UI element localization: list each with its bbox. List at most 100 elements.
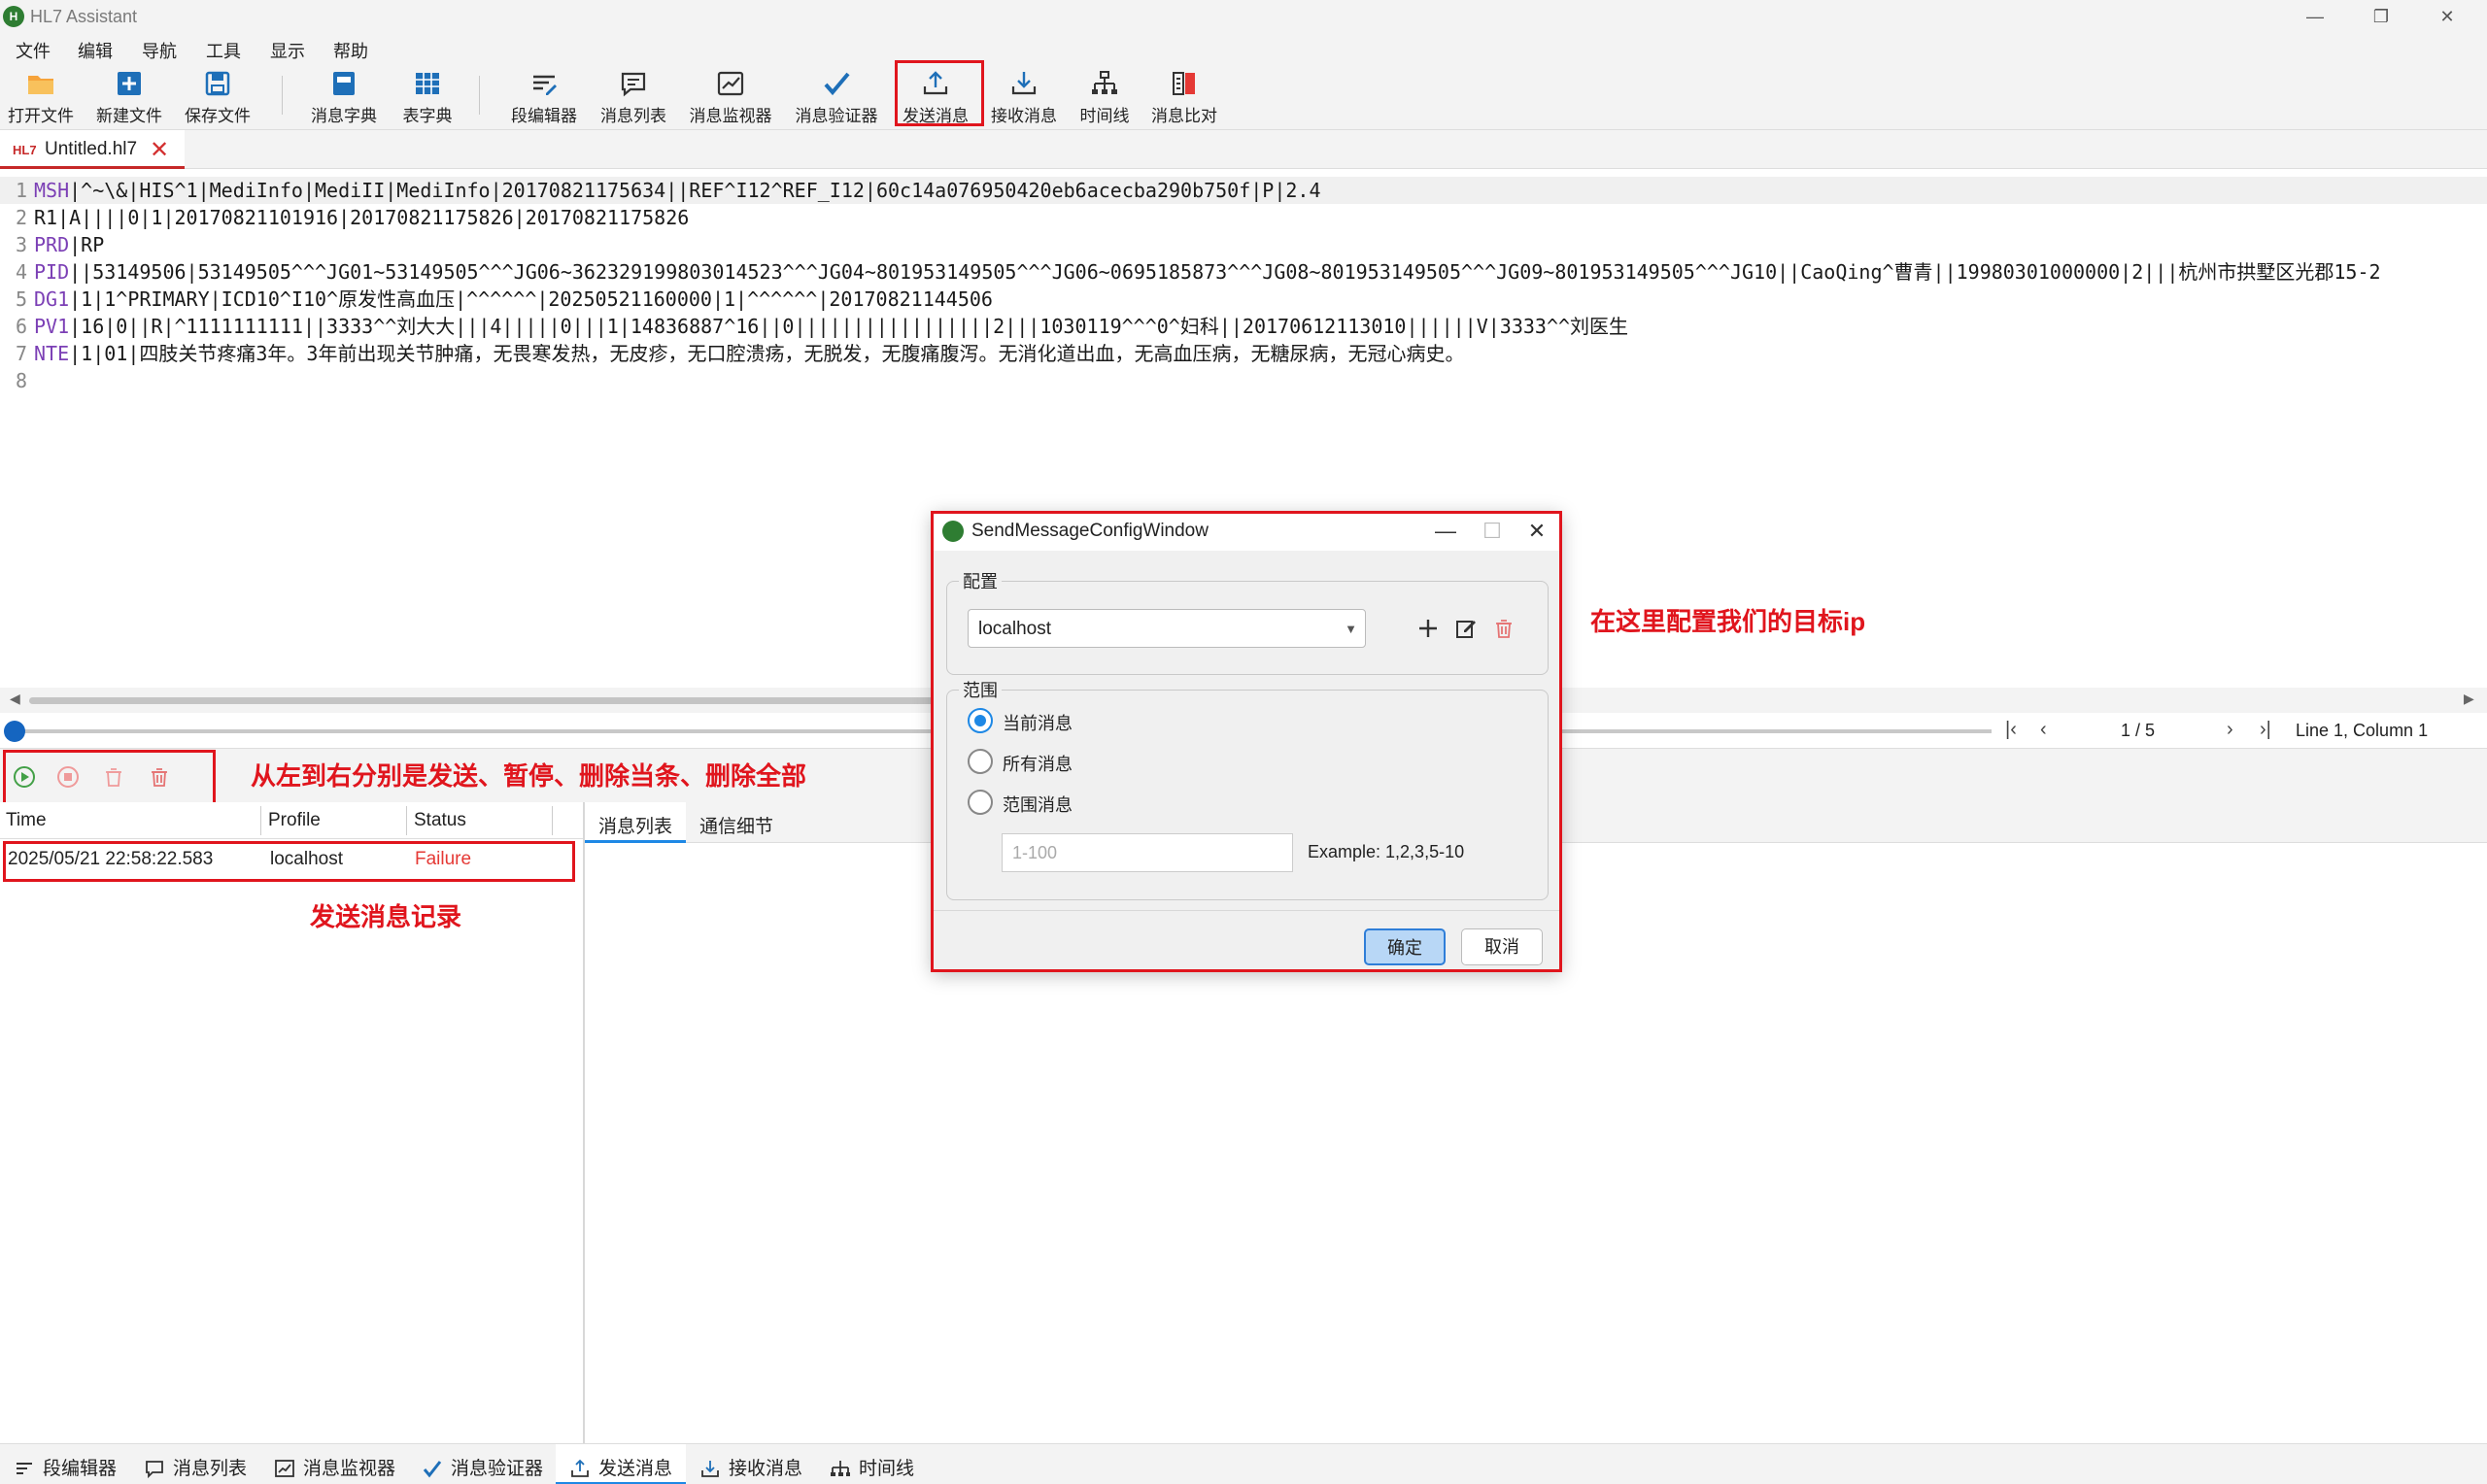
send-controls-highlight	[3, 750, 216, 806]
save-file-button[interactable]: 保存文件	[181, 64, 255, 126]
line-number: 3	[15, 233, 27, 256]
download-icon	[701, 1461, 719, 1477]
check-icon	[824, 72, 850, 96]
menu-bar: 文件 编辑 导航 工具 显示 帮助	[0, 33, 2487, 62]
close-button[interactable]: ✕	[2423, 2, 2471, 31]
records-highlight	[3, 841, 575, 882]
first-page-icon[interactable]: |‹	[2005, 719, 2017, 741]
menu-edit[interactable]: 编辑	[78, 38, 113, 63]
column-profile[interactable]: Profile	[268, 810, 321, 831]
segment-editor-button[interactable]: 段编辑器	[505, 64, 583, 126]
tab-label: 发送消息	[598, 1459, 673, 1479]
next-page-icon[interactable]: ›	[2227, 719, 2233, 741]
tab-segment-editor[interactable]: 段编辑器	[14, 1444, 117, 1484]
document-tab[interactable]: HL7 Untitled.hl7 ✕	[0, 130, 185, 169]
monitor-chart-icon	[275, 1460, 294, 1477]
message-compare-label: 消息比对	[1151, 107, 1217, 125]
editor-line: 5 DG1|1|1^PRIMARY|ICD10^I10^原发性高血压|^^^^^…	[0, 286, 2487, 313]
menu-navigate[interactable]: 导航	[142, 38, 177, 63]
segment-fields: |RP	[69, 233, 105, 256]
tab-label: 接收消息	[729, 1459, 803, 1479]
tab-message-validator[interactable]: 消息验证器	[422, 1444, 543, 1484]
timeline-icon	[1092, 71, 1117, 94]
receive-message-button[interactable]: 接收消息	[985, 64, 1063, 126]
records-annotation: 发送消息记录	[310, 902, 462, 931]
chat-list-icon	[621, 72, 646, 97]
tab-message-list[interactable]: 消息列表	[585, 802, 687, 843]
segment-name: PRD	[34, 233, 70, 256]
timeline-label: 时间线	[1079, 107, 1130, 125]
message-compare-button[interactable]: 消息比对	[1144, 64, 1224, 126]
table-dictionary-button[interactable]: 表字典	[391, 64, 464, 126]
column-divider	[552, 806, 553, 835]
segment-fields: |^~\&|HIS^1|MediInfo|MediII|MediInfo|201…	[69, 179, 1321, 202]
last-page-icon[interactable]: ›|	[2260, 719, 2271, 741]
segment-name: PID	[34, 260, 70, 284]
editor-line: 7 NTE|1|01|四肢关节疼痛3年。3年前出现关节肿痛，无畏寒发热，无皮疹，…	[0, 340, 2487, 367]
menu-view[interactable]: 显示	[270, 38, 305, 63]
book-icon	[333, 72, 355, 95]
column-divider	[406, 806, 407, 835]
download-icon	[1011, 72, 1037, 95]
toolbar-separator	[479, 76, 480, 115]
records-table-header: Time Profile Status	[0, 802, 583, 839]
message-monitor-button[interactable]: 消息监视器	[684, 64, 777, 126]
close-tab-icon[interactable]: ✕	[150, 136, 169, 164]
save-file-label: 保存文件	[185, 107, 251, 125]
message-slider-knob[interactable]	[4, 721, 25, 742]
receive-message-label: 接收消息	[991, 107, 1057, 125]
document-tab-bar: HL7 Untitled.hl7 ✕	[0, 130, 2487, 169]
upload-icon	[571, 1459, 589, 1477]
hl7-badge: HL7	[13, 143, 37, 157]
segment-fields: |16|0||R|^1111111111||3333^^刘大大|||4|||||…	[69, 315, 1629, 338]
menu-help[interactable]: 帮助	[333, 38, 368, 63]
folder-icon	[28, 76, 53, 94]
editor-line: 3 PRD|RP	[0, 231, 2487, 258]
open-file-label: 打开文件	[8, 107, 74, 125]
message-dictionary-button[interactable]: 消息字典	[307, 64, 381, 126]
line-number: 5	[15, 287, 27, 311]
tab-message-list-bottom[interactable]: 消息列表	[144, 1444, 247, 1484]
minimize-button[interactable]: —	[2291, 2, 2339, 31]
editor-line: 2 R1|A||||0|1|20170821101916|20170821175…	[0, 204, 2487, 231]
previous-page-icon[interactable]: ‹	[2040, 719, 2047, 741]
segment-name: DG1	[34, 287, 70, 311]
page-indicator: 1 / 5	[2121, 721, 2156, 740]
message-validator-label: 消息验证器	[795, 107, 878, 125]
chat-list-icon	[146, 1461, 163, 1479]
tab-label: 时间线	[859, 1459, 915, 1479]
message-list-button[interactable]: 消息列表	[596, 64, 671, 126]
table-dictionary-label: 表字典	[402, 107, 453, 125]
panel-splitter[interactable]	[583, 802, 585, 1443]
timeline-button[interactable]: 时间线	[1069, 64, 1141, 126]
scroll-left-icon[interactable]: ◀	[10, 691, 20, 707]
segment-fields: ||53149506|53149505^^^JG01~53149505^^^JG…	[69, 260, 2381, 284]
save-icon	[205, 71, 230, 96]
send-controls-annotation: 从左到右分别是发送、暂停、删除当条、删除全部	[251, 761, 807, 791]
tab-label: 消息监视器	[303, 1459, 396, 1479]
menu-tools[interactable]: 工具	[206, 38, 241, 63]
line-number: 4	[15, 260, 27, 284]
tab-receive-message[interactable]: 接收消息	[699, 1444, 802, 1484]
new-file-button[interactable]: 新建文件	[92, 64, 166, 126]
tab-message-monitor[interactable]: 消息监视器	[274, 1444, 395, 1484]
open-file-button[interactable]: 打开文件	[4, 64, 78, 126]
cursor-position: Line 1, Column 1	[2296, 721, 2429, 740]
restore-button[interactable]: ❐	[2357, 2, 2405, 31]
line-number: 8	[15, 369, 27, 392]
segment-name: PV1	[34, 315, 70, 338]
title-bar: H HL7 Assistant — ❐ ✕	[0, 0, 2487, 33]
send-message-highlight	[895, 60, 984, 126]
line-text: PV1|16|0||R|^1111111111||3333^^刘大大|||4||…	[34, 313, 1628, 340]
scroll-right-icon[interactable]: ▶	[2464, 691, 2474, 707]
tab-send-message[interactable]: 发送消息	[556, 1444, 687, 1484]
tab-communication-detail[interactable]: 通信细节	[686, 802, 787, 843]
line-number: 2	[15, 206, 27, 229]
menu-file[interactable]: 文件	[16, 38, 51, 63]
column-status[interactable]: Status	[414, 810, 466, 831]
scrollbar-thumb[interactable]	[29, 697, 942, 704]
line-text: PID||53149506|53149505^^^JG01~53149505^^…	[34, 258, 2381, 286]
message-validator-button[interactable]: 消息验证器	[790, 64, 883, 126]
column-time[interactable]: Time	[6, 810, 47, 831]
tab-timeline[interactable]: 时间线	[830, 1444, 914, 1484]
